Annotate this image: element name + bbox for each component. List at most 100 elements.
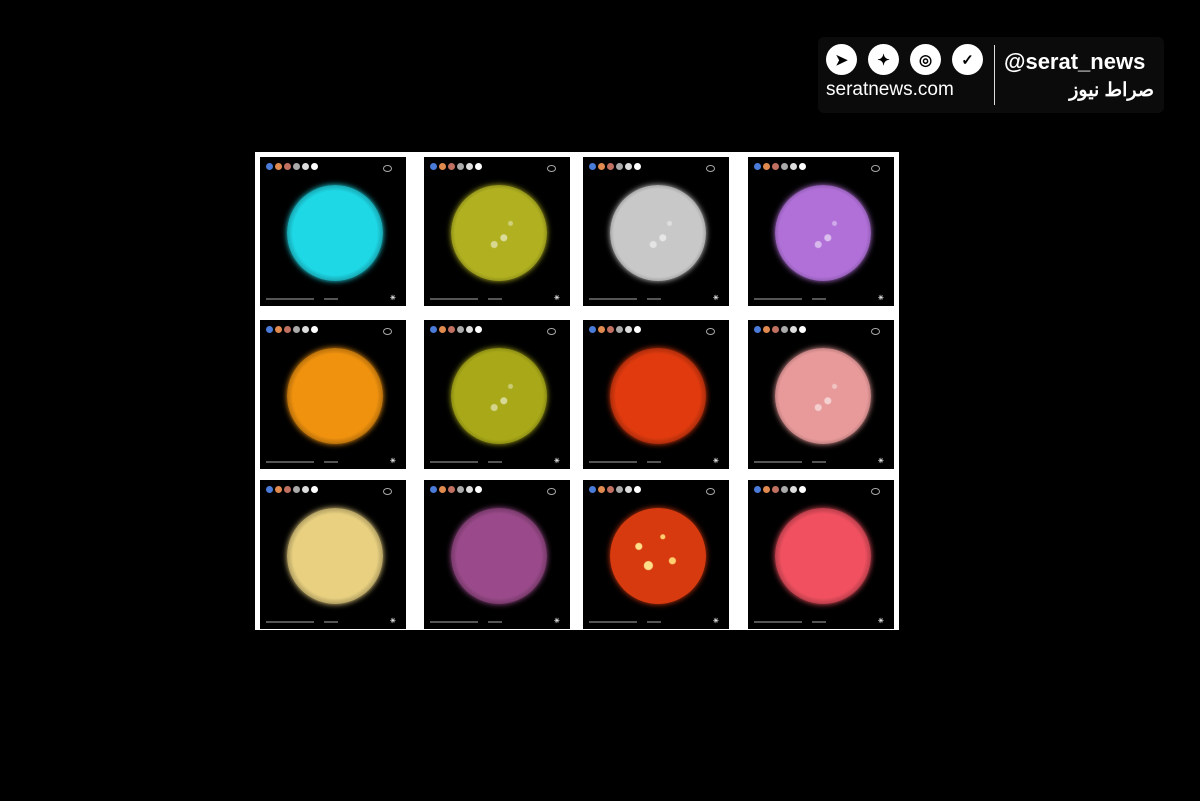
eye-icon xyxy=(706,165,715,172)
sun-disk xyxy=(775,185,871,281)
solar-image-panel: ☀ xyxy=(583,480,729,629)
eye-icon xyxy=(383,328,392,335)
instrument-dot-icon xyxy=(625,163,632,170)
instrument-dot-icon xyxy=(439,326,446,333)
sun-disk xyxy=(287,185,383,281)
instrument-dot-icon xyxy=(754,486,761,493)
panel-header-icons xyxy=(754,163,806,170)
instrument-dot-icon xyxy=(275,486,282,493)
solar-image-panel: ☀ xyxy=(748,480,894,629)
wavelength-caption xyxy=(488,461,502,463)
instrument-dot-icon xyxy=(799,326,806,333)
eye-icon xyxy=(383,488,392,495)
wavelength-caption xyxy=(488,298,502,300)
timestamp-caption xyxy=(430,298,478,300)
sun-disk xyxy=(610,185,706,281)
instrument-dot-icon xyxy=(589,486,596,493)
instrument-dot-icon xyxy=(448,163,455,170)
instrument-dot-icon xyxy=(457,326,464,333)
instrument-dot-icon xyxy=(625,486,632,493)
sun-disk xyxy=(610,348,706,444)
instrument-dot-icon xyxy=(293,326,300,333)
instrument-dot-icon xyxy=(448,326,455,333)
solar-image-panel: ☀ xyxy=(583,157,729,306)
eye-icon xyxy=(871,488,880,495)
instrument-dot-icon xyxy=(772,326,779,333)
wavelength-caption xyxy=(324,621,338,623)
panel-header-icons xyxy=(430,486,482,493)
sun-disk xyxy=(775,508,871,604)
panel-header-icons xyxy=(266,163,318,170)
timestamp-caption xyxy=(430,621,478,623)
panel-header-icons xyxy=(754,486,806,493)
solar-image-panel: ☀ xyxy=(583,320,729,469)
instrument-dot-icon xyxy=(763,486,770,493)
timestamp-caption xyxy=(266,621,314,623)
instrument-dot-icon xyxy=(275,163,282,170)
panel-header-icons xyxy=(430,326,482,333)
instagram-icon: ◎ xyxy=(910,44,941,75)
instrument-logo-icon: ☀ xyxy=(553,458,560,465)
eye-icon xyxy=(383,165,392,172)
timestamp-caption xyxy=(754,298,802,300)
instrument-logo-icon: ☀ xyxy=(877,458,884,465)
wavelength-caption xyxy=(488,621,502,623)
instrument-dot-icon xyxy=(475,163,482,170)
instrument-dot-icon xyxy=(781,163,788,170)
instrument-dot-icon xyxy=(302,326,309,333)
wavelength-caption xyxy=(647,461,661,463)
instrument-dot-icon xyxy=(311,486,318,493)
instrument-dot-icon xyxy=(634,163,641,170)
site-url: seratnews.com xyxy=(826,79,954,100)
wavelength-caption xyxy=(324,461,338,463)
wavelength-caption xyxy=(324,298,338,300)
instrument-dot-icon xyxy=(448,486,455,493)
solar-image-panel: ☀ xyxy=(260,157,406,306)
instrument-dot-icon xyxy=(266,326,273,333)
instrument-dot-icon xyxy=(430,163,437,170)
instrument-dot-icon xyxy=(754,163,761,170)
instrument-dot-icon xyxy=(763,326,770,333)
instrument-dot-icon xyxy=(754,326,761,333)
eye-icon xyxy=(706,328,715,335)
instrument-dot-icon xyxy=(439,486,446,493)
instrument-dot-icon xyxy=(598,486,605,493)
instrument-dot-icon xyxy=(475,486,482,493)
instrument-dot-icon xyxy=(634,486,641,493)
instrument-dot-icon xyxy=(466,326,473,333)
instrument-dot-icon xyxy=(430,486,437,493)
wavelength-caption xyxy=(647,298,661,300)
instrument-dot-icon xyxy=(266,163,273,170)
instrument-dot-icon xyxy=(302,486,309,493)
instrument-dot-icon xyxy=(625,326,632,333)
instrument-dot-icon xyxy=(284,326,291,333)
twitter-icon: ✦ xyxy=(868,44,899,75)
timestamp-caption xyxy=(266,298,314,300)
instrument-logo-icon: ☀ xyxy=(877,295,884,302)
instrument-logo-icon: ☀ xyxy=(712,618,719,625)
eye-icon xyxy=(547,328,556,335)
watermark-divider xyxy=(994,45,995,105)
instrument-logo-icon: ☀ xyxy=(389,458,396,465)
instrument-dot-icon xyxy=(589,326,596,333)
instrument-dot-icon xyxy=(457,163,464,170)
instrument-dot-icon xyxy=(799,163,806,170)
instrument-dot-icon xyxy=(616,326,623,333)
instrument-logo-icon: ☀ xyxy=(553,618,560,625)
instrument-dot-icon xyxy=(772,163,779,170)
instrument-dot-icon xyxy=(598,326,605,333)
instrument-dot-icon xyxy=(466,486,473,493)
instrument-dot-icon xyxy=(607,486,614,493)
panel-header-icons xyxy=(589,486,641,493)
instrument-dot-icon xyxy=(598,163,605,170)
solar-image-panel: ☀ xyxy=(424,480,570,629)
instrument-dot-icon xyxy=(311,163,318,170)
wavelength-caption xyxy=(812,621,826,623)
instrument-dot-icon xyxy=(293,163,300,170)
timestamp-caption xyxy=(430,461,478,463)
instrument-dot-icon xyxy=(781,326,788,333)
instrument-dot-icon xyxy=(311,326,318,333)
instrument-logo-icon: ☀ xyxy=(389,295,396,302)
instrument-logo-icon: ☀ xyxy=(712,295,719,302)
social-icons: ➤ ✦ ◎ ✓ xyxy=(826,44,983,75)
